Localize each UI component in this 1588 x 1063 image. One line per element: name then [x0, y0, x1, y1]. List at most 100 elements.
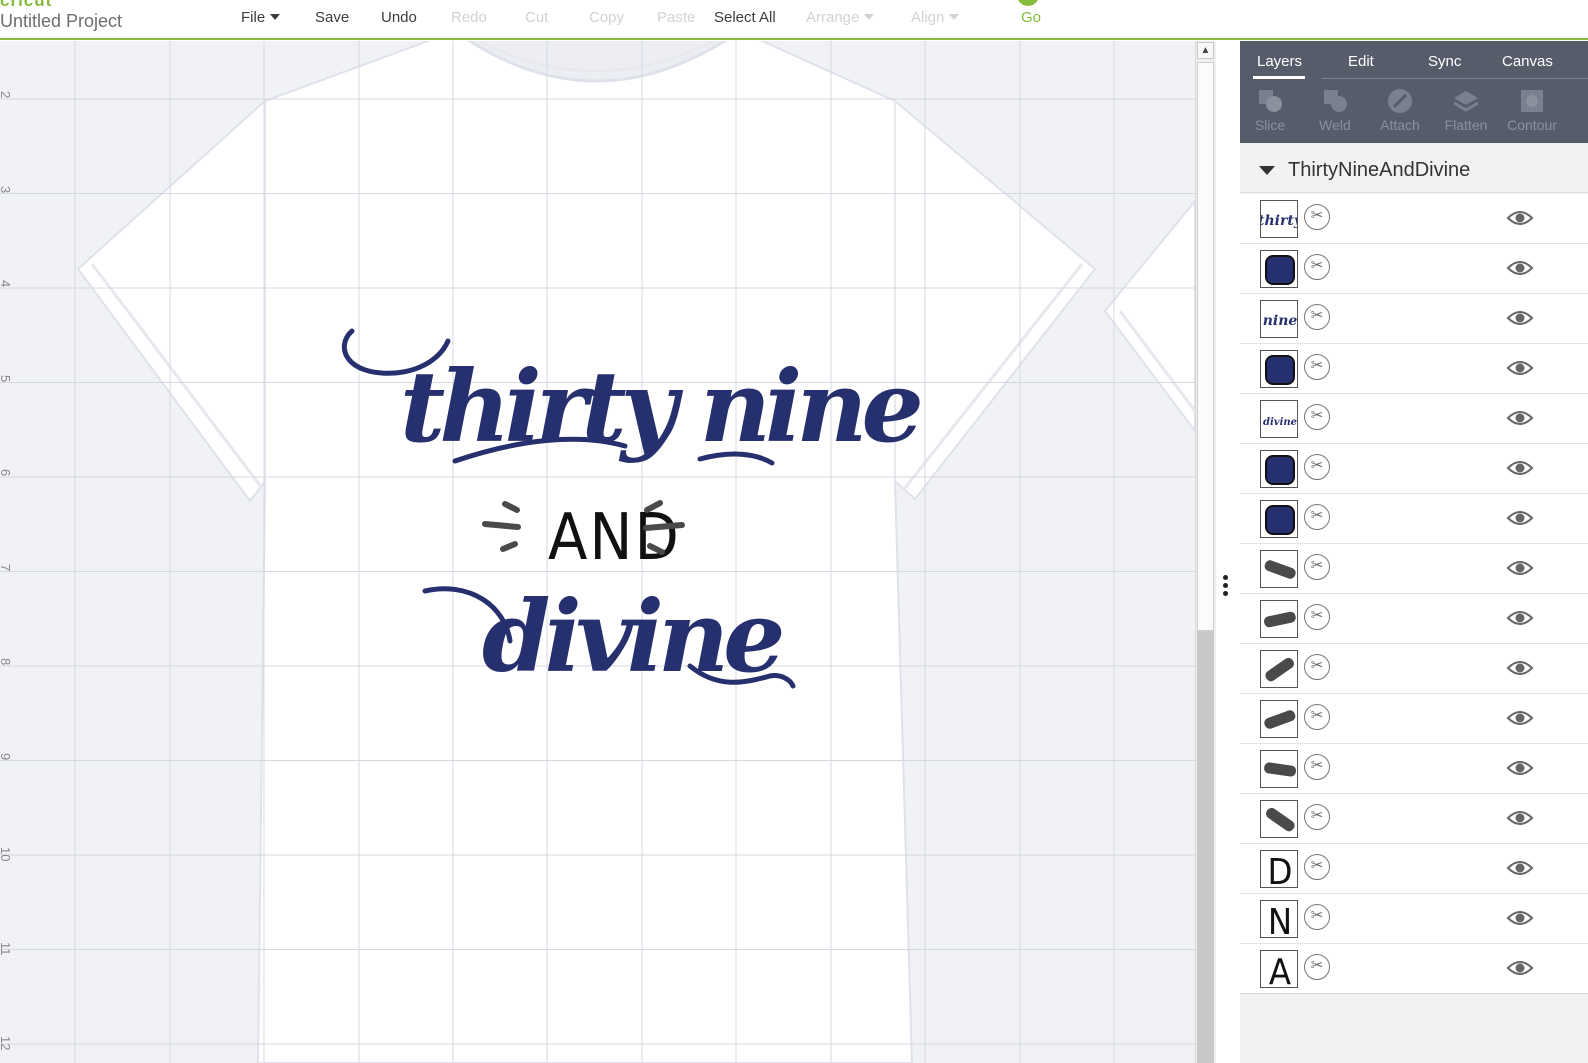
- eye-icon[interactable]: [1506, 258, 1534, 278]
- layer-thumbnail[interactable]: A: [1260, 950, 1298, 988]
- chevron-down-icon[interactable]: [1259, 166, 1275, 175]
- panel-splitter[interactable]: [1216, 41, 1240, 1063]
- eye-icon[interactable]: [1506, 758, 1534, 778]
- eye-icon[interactable]: [1506, 608, 1534, 628]
- layer-row[interactable]: nine ✂: [1240, 294, 1588, 344]
- scissors-icon[interactable]: ✂: [1304, 554, 1330, 580]
- scrollbar-thumb[interactable]: [1197, 62, 1214, 631]
- scissors-icon[interactable]: ✂: [1304, 954, 1330, 980]
- layer-thumbnail[interactable]: [1260, 700, 1298, 738]
- project-title[interactable]: Untitled Project: [0, 11, 122, 32]
- layer-row[interactable]: ✂: [1240, 694, 1588, 744]
- scissors-icon[interactable]: ✂: [1304, 704, 1330, 730]
- paste-button[interactable]: Paste: [657, 9, 695, 26]
- tab-layers[interactable]: Layers: [1257, 53, 1302, 70]
- select-all-button[interactable]: Select All: [714, 9, 776, 26]
- save-button[interactable]: Save: [315, 9, 349, 26]
- layer-row[interactable]: A ✂: [1240, 944, 1588, 994]
- layer-thumbnail[interactable]: nine: [1260, 300, 1298, 338]
- layer-thumbnail[interactable]: [1260, 350, 1298, 388]
- arrange-menu-button[interactable]: Arrange: [806, 9, 875, 26]
- slice-button[interactable]: Slice: [1240, 87, 1300, 133]
- design-canvas[interactable]: 23456789101112 thirty nine AND di: [0, 41, 1195, 1063]
- scrollbar-track[interactable]: [1197, 631, 1214, 1063]
- redo-button[interactable]: Redo: [451, 9, 487, 26]
- eye-icon[interactable]: [1506, 658, 1534, 678]
- eye-icon[interactable]: [1506, 808, 1534, 828]
- go-button[interactable]: Go: [1021, 9, 1041, 26]
- layer-row[interactable]: divine ✂: [1240, 394, 1588, 444]
- eye-icon[interactable]: [1506, 408, 1534, 428]
- contour-button[interactable]: Contour: [1502, 87, 1562, 133]
- layer-row[interactable]: ✂: [1240, 344, 1588, 394]
- layer-row[interactable]: ✂: [1240, 794, 1588, 844]
- weld-button[interactable]: Weld: [1305, 87, 1365, 133]
- layer-thumbnail[interactable]: thirty: [1260, 200, 1298, 238]
- layer-group-header[interactable]: ThirtyNineAndDivine: [1240, 145, 1588, 193]
- eye-icon[interactable]: [1506, 708, 1534, 728]
- cut-button[interactable]: Cut: [525, 9, 548, 26]
- layer-thumbnail[interactable]: [1260, 450, 1298, 488]
- scissors-icon[interactable]: ✂: [1304, 654, 1330, 680]
- layer-thumbnail[interactable]: [1260, 250, 1298, 288]
- eye-icon[interactable]: [1506, 858, 1534, 878]
- eye-icon[interactable]: [1506, 958, 1534, 978]
- drag-handle-icon[interactable]: [1223, 575, 1231, 599]
- flatten-button[interactable]: Flatten: [1436, 87, 1496, 133]
- scissors-icon[interactable]: ✂: [1304, 854, 1330, 880]
- layer-thumbnail[interactable]: [1260, 600, 1298, 638]
- layer-row[interactable]: ✂: [1240, 744, 1588, 794]
- scissors-icon[interactable]: ✂: [1304, 904, 1330, 930]
- eye-icon[interactable]: [1506, 458, 1534, 478]
- layer-row[interactable]: ✂: [1240, 494, 1588, 544]
- layer-thumbnail[interactable]: [1260, 800, 1298, 838]
- layer-thumbnail[interactable]: [1260, 650, 1298, 688]
- layer-thumbnail[interactable]: [1260, 500, 1298, 538]
- scissors-icon[interactable]: ✂: [1304, 754, 1330, 780]
- scissors-icon[interactable]: ✂: [1304, 254, 1330, 280]
- scissors-icon[interactable]: ✂: [1304, 504, 1330, 530]
- layer-row[interactable]: N ✂: [1240, 894, 1588, 944]
- layer-thumbnail[interactable]: [1260, 550, 1298, 588]
- scissors-icon[interactable]: ✂: [1304, 354, 1330, 380]
- layer-row[interactable]: ✂: [1240, 594, 1588, 644]
- divine-script[interactable]: divine: [422, 580, 796, 695]
- layer-row[interactable]: ✂: [1240, 644, 1588, 694]
- tab-edit[interactable]: Edit: [1348, 53, 1374, 70]
- scissors-icon[interactable]: ✂: [1304, 204, 1330, 230]
- layer-row[interactable]: ✂: [1240, 244, 1588, 294]
- eye-icon[interactable]: [1506, 508, 1534, 528]
- layer-row[interactable]: ✂: [1240, 444, 1588, 494]
- layer-group-name[interactable]: ThirtyNineAndDivine: [1288, 159, 1470, 182]
- layer-thumbnail[interactable]: divine: [1260, 400, 1298, 438]
- design-artwork[interactable]: thirty nine AND divine: [0, 41, 1195, 1063]
- align-menu-button[interactable]: Align: [911, 9, 960, 26]
- scissors-icon[interactable]: ✂: [1304, 404, 1330, 430]
- file-menu-button[interactable]: File: [241, 9, 281, 26]
- eye-icon[interactable]: [1506, 358, 1534, 378]
- eye-icon[interactable]: [1506, 308, 1534, 328]
- layer-row[interactable]: D ✂: [1240, 844, 1588, 894]
- layer-row[interactable]: thirty ✂: [1240, 194, 1588, 244]
- scissors-icon[interactable]: ✂: [1304, 304, 1330, 330]
- undo-button[interactable]: Undo: [381, 9, 417, 26]
- layer-thumbnail[interactable]: D: [1260, 850, 1298, 888]
- canvas-scrollbar[interactable]: ▲: [1195, 41, 1216, 1063]
- eye-icon[interactable]: [1506, 558, 1534, 578]
- scissors-icon[interactable]: ✂: [1304, 454, 1330, 480]
- tab-sync[interactable]: Sync: [1428, 53, 1461, 70]
- layer-thumbnail[interactable]: N: [1260, 900, 1298, 938]
- scroll-up-arrow-icon[interactable]: ▲: [1197, 42, 1214, 59]
- thirty-nine-script[interactable]: thirty nine: [341, 328, 926, 466]
- attach-button[interactable]: Attach: [1370, 87, 1430, 133]
- scissors-icon[interactable]: ✂: [1304, 804, 1330, 830]
- copy-button[interactable]: Copy: [589, 9, 624, 26]
- and-lettering[interactable]: AND: [482, 500, 685, 575]
- eye-icon[interactable]: [1506, 208, 1534, 228]
- eye-icon[interactable]: [1506, 908, 1534, 928]
- scissors-icon[interactable]: ✂: [1304, 604, 1330, 630]
- layer-row[interactable]: ✂: [1240, 544, 1588, 594]
- go-icon[interactable]: [1017, 0, 1039, 6]
- tab-canvas[interactable]: Canvas: [1502, 53, 1553, 70]
- layer-thumbnail[interactable]: [1260, 750, 1298, 788]
